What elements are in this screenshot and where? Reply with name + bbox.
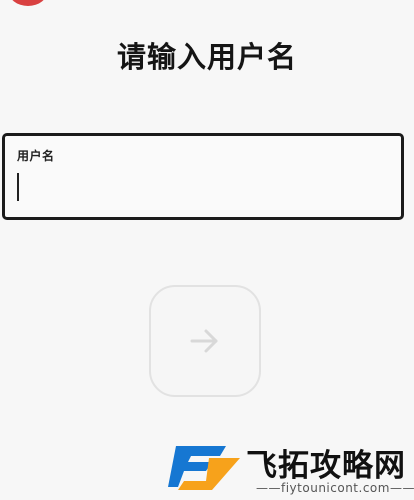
next-button[interactable] xyxy=(149,285,261,397)
top-avatar xyxy=(8,0,48,6)
watermark-url: ——fiytounicont.com—— xyxy=(256,481,414,495)
username-label: 用户名 xyxy=(17,149,55,163)
page-title: 请输入用户名 xyxy=(116,40,297,74)
watermark-site-name: 飞拓攻略网 xyxy=(246,448,406,484)
username-field[interactable]: 用户名 xyxy=(2,133,404,220)
arrow-right-icon xyxy=(190,329,218,353)
text-caret xyxy=(17,173,19,201)
site-logo-icon xyxy=(168,446,240,490)
watermark: 飞拓攻略网 ——fiytounicont.com—— xyxy=(168,438,414,500)
